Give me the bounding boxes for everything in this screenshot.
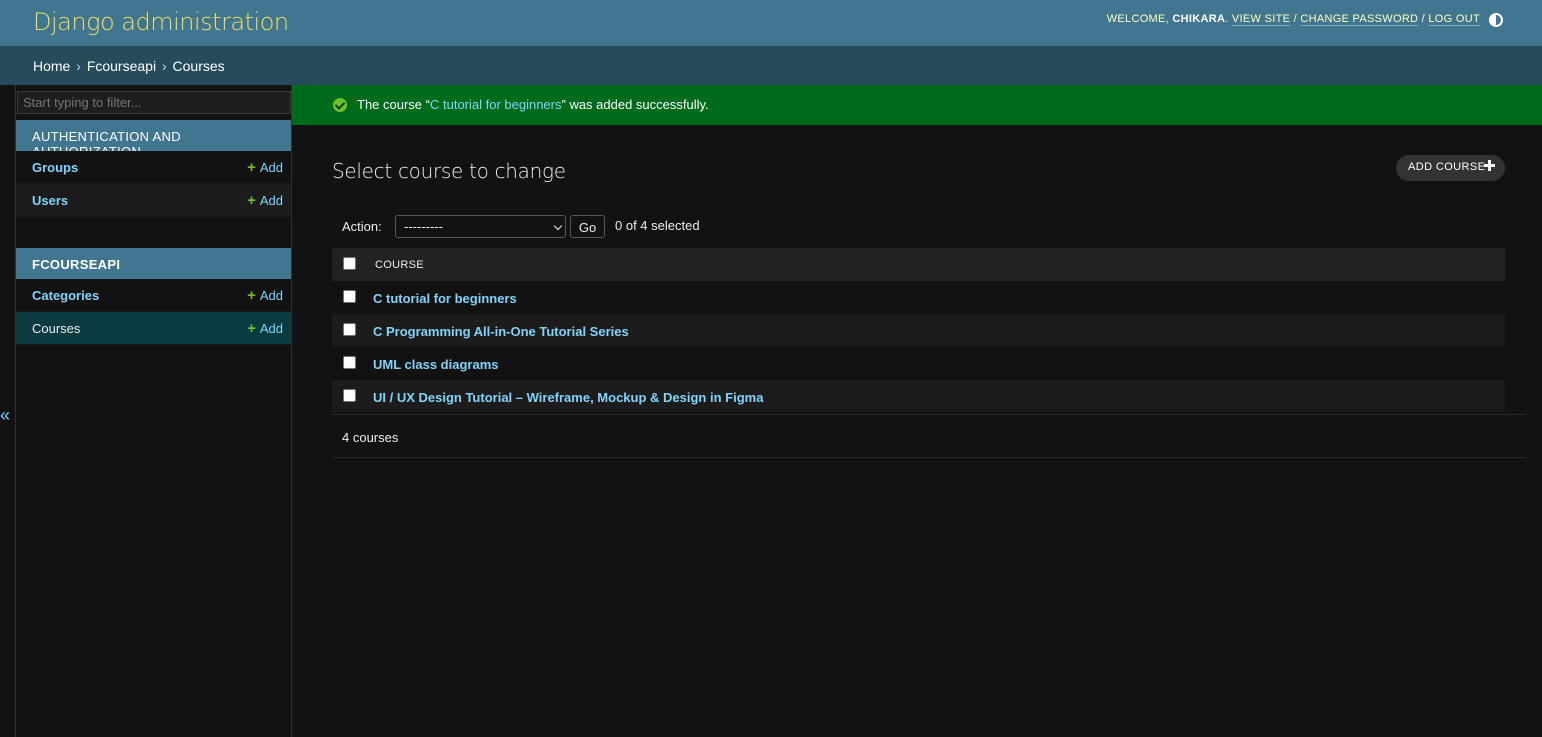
select-all-checkbox[interactable] [343, 257, 356, 270]
course-link[interactable]: C Programming All-in-One Tutorial Series [373, 324, 629, 339]
add-course-label: Add course [1408, 161, 1486, 173]
plus-icon: + [247, 320, 256, 337]
action-label: Action: [342, 219, 382, 234]
sidebar-item-categories: Categories + Add [16, 279, 291, 312]
change-password-link[interactable]: Change password [1300, 13, 1419, 26]
app-caption-auth[interactable]: AUTHENTICATION AND AUTHORIZATION [16, 120, 291, 159]
table-row: C tutorial for beginners [332, 281, 1505, 314]
sidebar-item-users: Users + Add [16, 184, 291, 217]
row-checkbox[interactable] [343, 323, 356, 336]
sidebar-item-groups: Groups + Add [16, 151, 291, 184]
app-caption-fcourseapi[interactable]: FCOURSEAPI [16, 248, 291, 279]
add-courses-link[interactable]: + Add [247, 320, 283, 337]
row-checkbox[interactable] [343, 290, 356, 303]
action-selected-value: --------- [404, 219, 443, 234]
view-site-link[interactable]: View site [1231, 13, 1291, 26]
selection-counter: 0 of 4 selected [615, 218, 700, 233]
site-branding[interactable]: Django administration [33, 8, 289, 36]
tools-separator: / [1421, 13, 1426, 25]
sidebar-model-link[interactable]: Users [32, 193, 68, 208]
theme-toggle-icon[interactable] [1489, 13, 1503, 27]
breadcrumb: Home › Fcourseapi › Courses [0, 46, 1542, 85]
message-prefix: The course “ [357, 97, 430, 112]
success-message: The course “C tutorial for beginners” wa… [292, 85, 1542, 125]
results-table: COURSE C tutorial for beginners C Progra… [332, 248, 1505, 413]
table-row: UML class diagrams [332, 347, 1505, 380]
breadcrumb-app[interactable]: Fcourseapi [87, 58, 156, 74]
add-users-link[interactable]: + Add [247, 192, 283, 209]
nav-sidebar: AUTHENTICATION AND AUTHORIZATION Groups … [15, 85, 292, 737]
message-course-link[interactable]: C tutorial for beginners [430, 97, 562, 112]
add-label: Add [259, 288, 283, 303]
add-course-button[interactable]: Add course [1396, 155, 1505, 181]
message-suffix: ” was added successfully. [561, 97, 709, 112]
breadcrumb-separator: › [161, 58, 167, 74]
table-header: COURSE [332, 248, 1505, 281]
username: Chikara [1172, 13, 1226, 25]
page-title: Select course to change [332, 159, 566, 183]
column-header-course[interactable]: COURSE [375, 259, 424, 271]
sidebar-filter-input[interactable] [17, 91, 291, 114]
course-link[interactable]: UI / UX Design Tutorial – Wireframe, Moc… [373, 390, 763, 405]
course-link[interactable]: UML class diagrams [373, 357, 498, 372]
table-row: UI / UX Design Tutorial – Wireframe, Moc… [332, 380, 1505, 413]
add-label: Add [259, 321, 283, 336]
header: Django administration Welcome, Chikara. … [0, 0, 1542, 46]
tools-separator: / [1293, 13, 1297, 25]
plus-icon [1484, 160, 1495, 171]
course-link[interactable]: C tutorial for beginners [373, 291, 517, 306]
row-checkbox[interactable] [343, 389, 356, 402]
breadcrumb-current: Courses [172, 58, 225, 74]
chevron-down-icon [553, 221, 563, 231]
breadcrumb-home[interactable]: Home [33, 58, 70, 74]
log-out-link[interactable]: Log out [1428, 13, 1480, 26]
plus-icon: + [247, 287, 256, 304]
add-groups-link[interactable]: + Add [247, 159, 283, 176]
add-label: Add [259, 160, 283, 175]
add-label: Add [259, 193, 283, 208]
plus-icon: + [247, 192, 256, 209]
sidebar-model-link[interactable]: Groups [32, 160, 78, 175]
paginator: 4 courses [332, 414, 1526, 458]
welcome-text: Welcome, [1106, 13, 1170, 25]
row-checkbox[interactable] [343, 356, 356, 369]
success-check-icon [333, 98, 347, 112]
table-row: C Programming All-in-One Tutorial Series [332, 314, 1505, 347]
sidebar-model-link[interactable]: Courses [32, 321, 80, 336]
plus-icon: + [247, 159, 256, 176]
breadcrumb-separator: › [76, 58, 81, 74]
sidebar-model-link[interactable]: Categories [32, 288, 99, 303]
sidebar-item-courses: Courses + Add [16, 312, 291, 345]
sidebar-toggle-icon[interactable]: « [0, 405, 10, 426]
action-select[interactable]: --------- [395, 215, 566, 238]
go-button[interactable]: Go [570, 215, 605, 238]
user-tools: Welcome, Chikara. View site / Change pas… [1106, 13, 1480, 26]
add-categories-link[interactable]: + Add [247, 287, 283, 304]
